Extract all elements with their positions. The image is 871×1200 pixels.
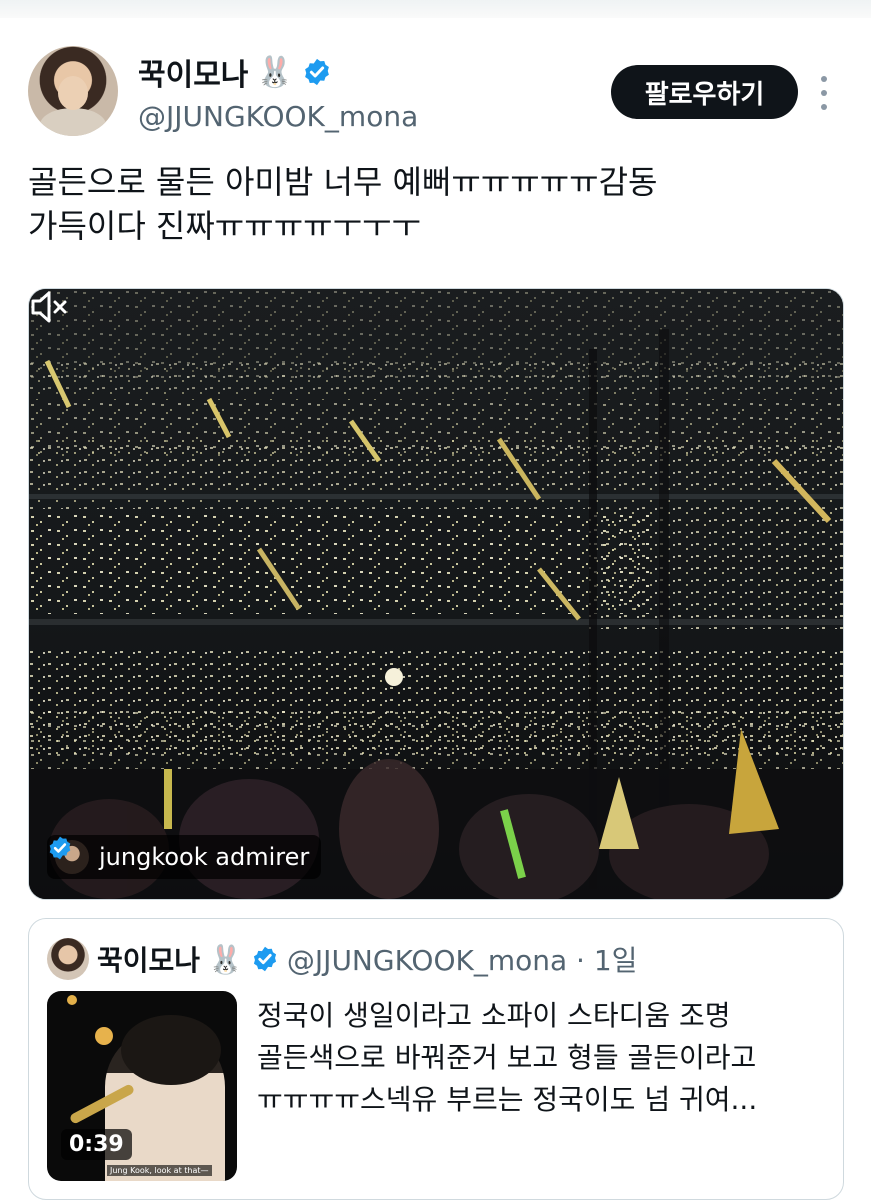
avatar[interactable] xyxy=(28,46,118,136)
quoted-tweet[interactable]: 꾹이모나 🐰 @JJUNGKOOK_mona · 1일 0:39 Jung Ko… xyxy=(28,918,844,1200)
rabbit-emoji: 🐰 xyxy=(208,942,243,976)
stadium-video-frame xyxy=(29,289,843,899)
verified-badge-icon xyxy=(304,58,329,86)
muted-speaker-icon[interactable] xyxy=(29,289,69,325)
quoted-header: 꾹이모나 🐰 @JJUNGKOOK_mona · 1일 xyxy=(47,937,637,981)
video-duration: 0:39 xyxy=(61,1129,132,1160)
author-handle[interactable]: @JJUNGKOOK_mona xyxy=(138,100,418,133)
rabbit-emoji: 🐰 xyxy=(256,54,294,90)
author-name-row: 꾹이모나 🐰 xyxy=(138,50,332,94)
quoted-video-thumbnail[interactable]: 0:39 Jung Kook, look at that— xyxy=(47,991,237,1181)
attribution-name: jungkook admirer xyxy=(99,843,310,871)
quoted-handle-time: @JJUNGKOOK_mona · 1일 xyxy=(286,944,638,977)
quoted-display-name: 꾹이모나 xyxy=(97,944,201,977)
top-band xyxy=(0,0,871,18)
follow-button[interactable]: 팔로우하기 xyxy=(611,65,798,119)
quoted-text: 정국이 생일이라고 소파이 스타디움 조명 골든색으로 바꿔준거 보고 형들 골… xyxy=(257,999,758,1116)
quoted-avatar xyxy=(47,938,89,980)
video-subtitle: Jung Kook, look at that— xyxy=(107,1165,212,1176)
more-options-icon[interactable] xyxy=(812,76,836,110)
verified-badge-icon xyxy=(49,836,71,860)
video-attribution[interactable]: jungkook admirer xyxy=(47,835,322,879)
verified-badge-icon xyxy=(253,946,277,972)
display-name[interactable]: 꾹이모나 xyxy=(138,50,248,94)
tweet-text: 골든으로 물든 아미밤 너무 예뻐ㅠㅠㅠㅠㅠ감동 가득이다 진짜ㅠㅠㅠㅠㅜㅜㅜ xyxy=(28,163,658,245)
video-player[interactable]: jungkook admirer xyxy=(28,288,844,900)
